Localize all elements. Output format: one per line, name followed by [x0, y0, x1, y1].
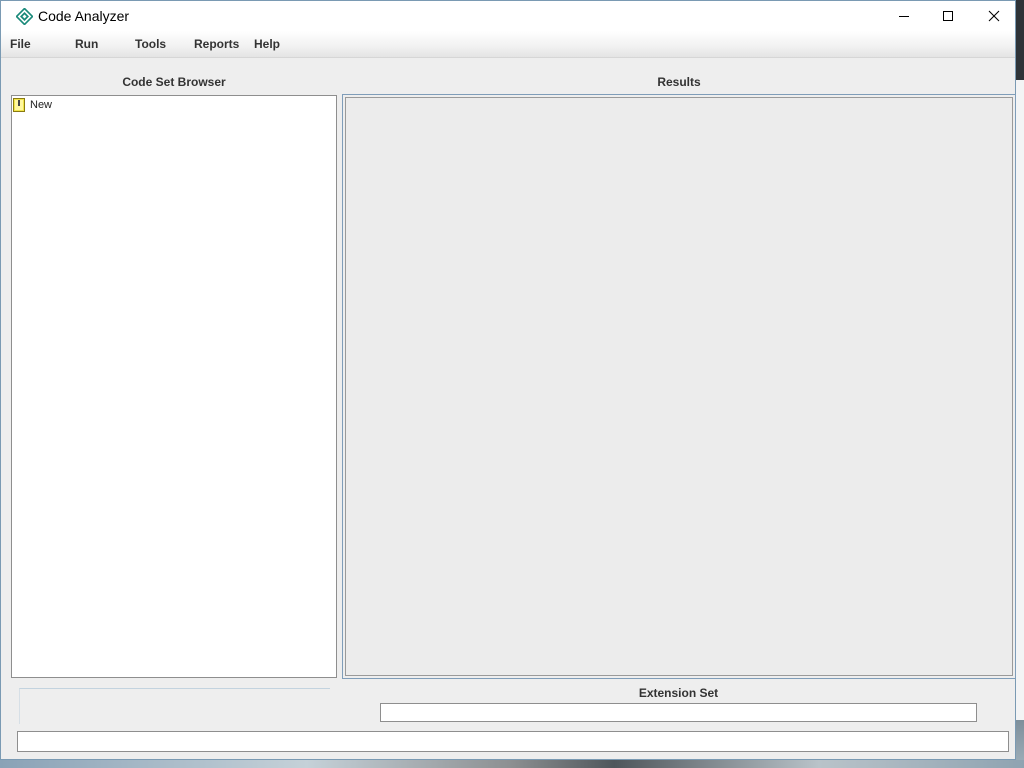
- app-window: Code Analyzer File Run Tools Reports Hel…: [0, 0, 1016, 760]
- results-title: Results: [657, 75, 701, 89]
- app-logo-icon: [16, 8, 33, 25]
- close-icon: [988, 10, 1000, 22]
- menu-help[interactable]: Help: [254, 37, 280, 51]
- status-field[interactable]: [17, 731, 1009, 752]
- results-panel: [342, 94, 1016, 679]
- tree-node-new[interactable]: New: [13, 97, 52, 113]
- title-bar[interactable]: Code Analyzer: [1, 1, 1015, 31]
- minimize-button[interactable]: [881, 1, 927, 31]
- desktop-background-bottom: [0, 760, 1024, 768]
- results-area[interactable]: [345, 97, 1013, 676]
- tree-node-label: New: [30, 99, 53, 111]
- extension-set-label: Extension Set: [638, 686, 719, 700]
- code-set-browser-tree[interactable]: New: [11, 95, 337, 678]
- maximize-button[interactable]: [925, 1, 971, 31]
- menu-run[interactable]: Run: [75, 37, 98, 51]
- menu-file[interactable]: File: [10, 37, 31, 51]
- menu-tools[interactable]: Tools: [135, 37, 166, 51]
- extension-set-field[interactable]: [380, 703, 977, 722]
- close-button[interactable]: [971, 1, 1017, 31]
- desktop-background: [1016, 0, 1024, 768]
- maximize-icon: [943, 11, 953, 21]
- menu-reports[interactable]: Reports: [194, 37, 239, 51]
- minimize-icon: [899, 16, 909, 17]
- progress-area: [19, 688, 330, 724]
- code-set-browser-title: Code Set Browser: [122, 75, 226, 89]
- menu-bar: File Run Tools Reports Help: [1, 31, 1015, 58]
- code-set-icon: [13, 98, 25, 112]
- window-title: Code Analyzer: [38, 8, 130, 24]
